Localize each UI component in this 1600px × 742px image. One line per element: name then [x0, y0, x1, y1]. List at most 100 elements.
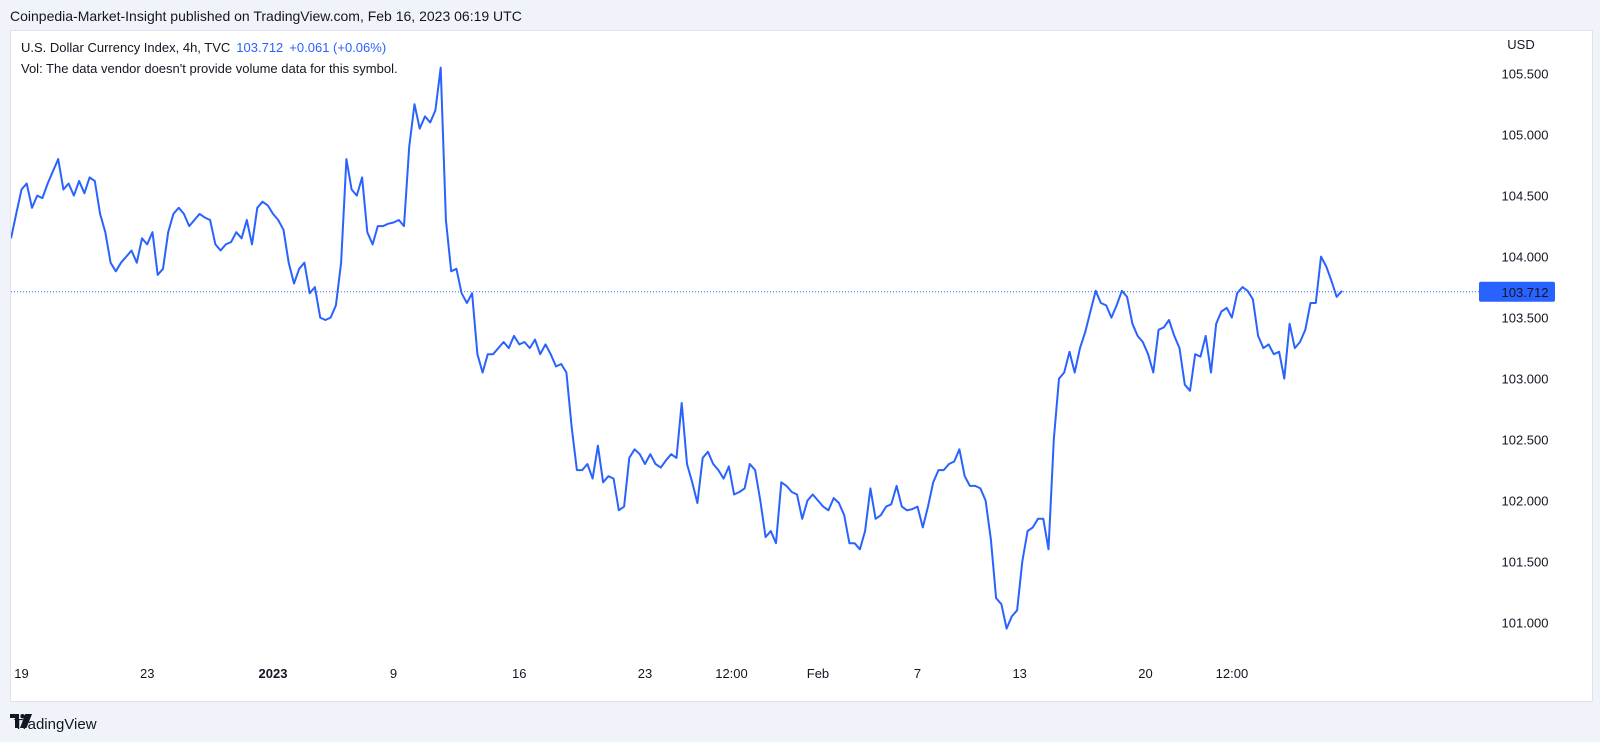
data-point	[382, 225, 384, 227]
data-point	[597, 445, 599, 447]
x-tick-label: 20	[1138, 666, 1152, 681]
y-tick-label: 103.000	[1502, 372, 1549, 387]
data-point	[1079, 347, 1081, 349]
data-point	[283, 229, 285, 231]
data-point	[94, 180, 96, 182]
data-point	[1304, 329, 1306, 331]
data-point	[330, 317, 332, 319]
data-point	[89, 176, 91, 178]
data-point	[1179, 347, 1181, 349]
data-point	[272, 213, 274, 215]
data-point	[204, 217, 206, 219]
data-point	[744, 487, 746, 489]
data-point	[492, 353, 494, 355]
data-point	[345, 158, 347, 160]
data-point	[738, 491, 740, 493]
data-point	[817, 500, 819, 502]
data-point	[1048, 548, 1050, 550]
data-point	[1142, 341, 1144, 343]
data-point	[47, 183, 49, 185]
data-point	[125, 256, 127, 258]
y-tick-label: 101.000	[1502, 616, 1549, 631]
data-point	[398, 219, 400, 221]
y-tick-label: 105.000	[1502, 128, 1549, 143]
data-point	[1273, 353, 1275, 355]
x-tick-label: 7	[914, 666, 921, 681]
data-point	[1137, 335, 1139, 337]
data-point	[676, 457, 678, 459]
series-points	[11, 67, 1343, 630]
published-info: Coinpedia-Market-Insight published on Tr…	[10, 8, 522, 24]
data-point	[167, 231, 169, 233]
data-point	[1289, 323, 1291, 325]
data-point	[1032, 526, 1034, 528]
data-point	[1011, 615, 1013, 617]
data-point	[1100, 302, 1102, 304]
data-point	[1095, 290, 1097, 292]
data-point	[340, 262, 342, 264]
data-point	[791, 491, 793, 493]
data-point	[696, 502, 698, 504]
data-point	[586, 463, 588, 465]
data-point	[859, 548, 861, 550]
data-point	[770, 530, 772, 532]
x-tick-label: Feb	[807, 666, 829, 681]
chart-panel[interactable]: 105.500 105.000 104.500 104.000 103.500 103.0…	[10, 30, 1593, 702]
data-point	[539, 353, 541, 355]
data-point	[628, 457, 630, 459]
data-point	[1231, 317, 1233, 319]
data-point	[309, 292, 311, 294]
data-point	[172, 213, 174, 215]
data-point	[796, 494, 798, 496]
y-tick-label: 105.500	[1502, 67, 1549, 82]
footer: TradingView	[10, 714, 97, 734]
data-point	[214, 243, 216, 245]
data-point	[524, 341, 526, 343]
data-point	[1021, 561, 1023, 563]
data-point	[953, 461, 955, 463]
data-point	[162, 268, 164, 270]
data-point	[571, 426, 573, 428]
data-point	[335, 304, 337, 306]
data-point	[1278, 351, 1280, 353]
data-point	[476, 353, 478, 355]
data-point	[230, 241, 232, 243]
data-point	[1084, 331, 1086, 333]
data-point	[1105, 304, 1107, 306]
data-point	[529, 347, 531, 349]
data-point	[948, 463, 950, 465]
data-point	[83, 192, 85, 194]
data-point	[958, 448, 960, 450]
data-point	[1299, 341, 1301, 343]
data-point	[288, 262, 290, 264]
data-point	[361, 176, 363, 178]
data-point	[1236, 292, 1238, 294]
data-point	[759, 500, 761, 502]
data-point	[1116, 304, 1118, 306]
data-point	[414, 103, 416, 105]
price-chart[interactable]: 105.500 105.000 104.500 104.000 103.500 103.0…	[11, 31, 1593, 702]
data-point	[68, 183, 70, 185]
data-point	[681, 402, 683, 404]
data-point	[41, 197, 43, 199]
data-point	[896, 485, 898, 487]
data-point	[57, 158, 59, 160]
data-point	[324, 319, 326, 321]
data-point	[1158, 329, 1160, 331]
data-point	[1310, 302, 1312, 304]
data-point	[723, 478, 725, 480]
data-point	[377, 225, 379, 227]
data-point	[262, 201, 264, 203]
data-point	[1163, 326, 1165, 328]
data-point	[1268, 343, 1270, 345]
data-point	[1200, 356, 1202, 358]
data-point	[408, 146, 410, 148]
data-point	[183, 213, 185, 215]
data-point	[1027, 530, 1029, 532]
data-point	[780, 481, 782, 483]
data-point	[733, 494, 735, 496]
data-point	[220, 250, 222, 252]
data-point	[822, 506, 824, 508]
data-point	[623, 506, 625, 508]
data-point	[1184, 384, 1186, 386]
